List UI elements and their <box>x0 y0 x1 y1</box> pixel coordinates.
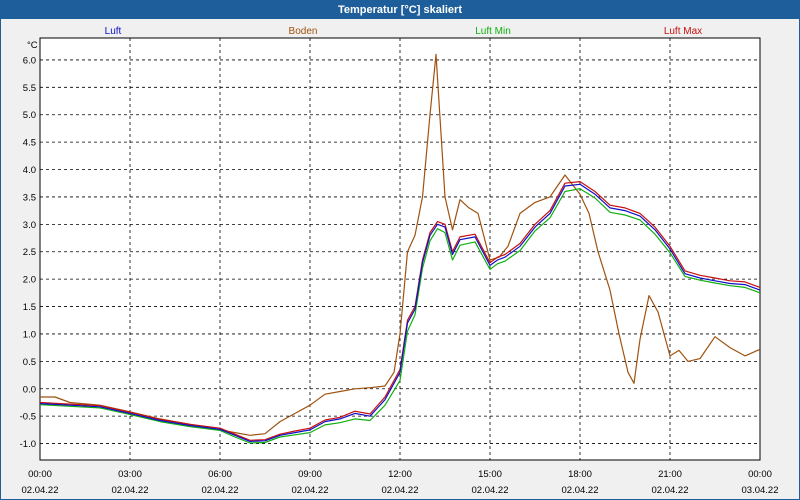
y-tick-label: 6.0 <box>23 55 36 66</box>
y-tick-label: 1.5 <box>23 302 36 313</box>
x-tick-date-label: 03.04.22 <box>742 485 779 496</box>
x-tick-time-label: 09:00 <box>298 469 322 480</box>
y-tick-label: 2.5 <box>23 247 36 258</box>
x-tick-time-label: 06:00 <box>208 469 232 480</box>
x-tick-date-label: 02.04.22 <box>562 485 599 496</box>
x-tick-date-label: 02.04.22 <box>22 485 59 496</box>
x-tick-time-label: 00:00 <box>748 469 772 480</box>
x-tick-date-label: 02.04.22 <box>292 485 329 496</box>
y-tick-label: 0.0 <box>23 384 36 395</box>
x-axis: 00:00 02.04.22 03:00 02.04.22 06:00 02.04.22 0… <box>22 469 779 496</box>
x-tick-date-label: 02.04.22 <box>652 485 689 496</box>
y-tick-label: 2.0 <box>23 275 36 286</box>
x-tick-time-label: 03:00 <box>118 469 142 480</box>
y-tick-label: 4.0 <box>23 165 36 176</box>
legend-entry-luft: Luft <box>105 26 122 37</box>
x-tick-date-label: 02.04.22 <box>382 485 419 496</box>
x-tick-time-label: 15:00 <box>478 469 502 480</box>
y-axis-label: °C <box>27 40 38 51</box>
y-tick-label: 3.0 <box>23 220 36 231</box>
legend-entry-luft-min: Luft Min <box>475 26 511 37</box>
x-tick-time-label: 12:00 <box>388 469 412 480</box>
y-tick-label: -1.0 <box>20 439 36 450</box>
x-tick-date-label: 02.04.22 <box>202 485 239 496</box>
x-tick-time-label: 18:00 <box>568 469 592 480</box>
x-tick-time-label: 21:00 <box>658 469 682 480</box>
legend: Luft Boden Luft Min Luft Max <box>105 26 703 37</box>
y-tick-label: -0.5 <box>20 412 36 423</box>
y-tick-label: 5.0 <box>23 110 36 121</box>
chart-plot: 6.0 5.5 5.0 4.5 4.0 3.5 3.0 2.5 2.0 1.5 1.0 0.5 0.0 -… <box>20 26 779 496</box>
y-tick-label: 3.5 <box>23 192 36 203</box>
x-tick-date-label: 02.04.22 <box>472 485 509 496</box>
legend-entry-luft-max: Luft Max <box>664 26 702 37</box>
legend-entry-boden: Boden <box>289 26 318 37</box>
y-axis: 6.0 5.5 5.0 4.5 4.0 3.5 3.0 2.5 2.0 1.5 1.0 0.5 0.0 -… <box>20 55 36 450</box>
y-tick-label: 0.5 <box>23 357 36 368</box>
x-tick-date-label: 02.04.22 <box>112 485 149 496</box>
y-tick-label: 4.5 <box>23 138 36 149</box>
x-tick-time-label: 00:00 <box>28 469 52 480</box>
y-tick-label: 1.0 <box>23 329 36 340</box>
y-tick-label: 5.5 <box>23 83 36 94</box>
